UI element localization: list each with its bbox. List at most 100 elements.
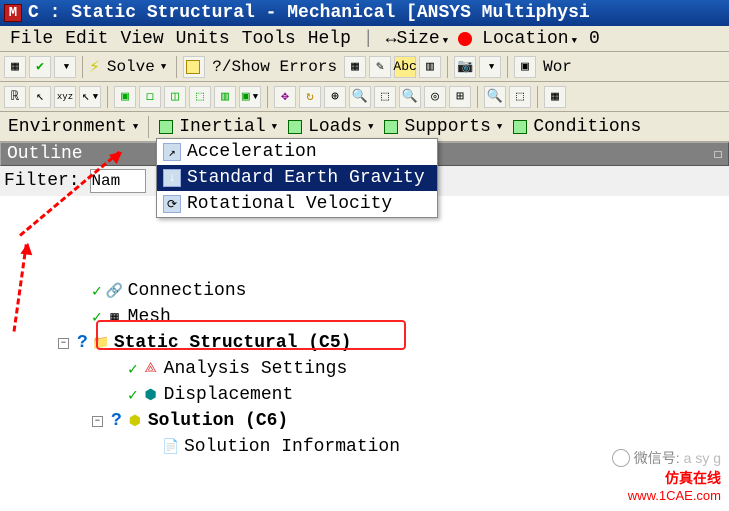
toolbar-btn-f[interactable] (479, 56, 501, 78)
tsep (477, 86, 478, 108)
toolbar-selection: ℝ ↖ xyz ↖ ▣ ◻ ◫ ⬚ ▥ ▣ ✥ ↻ ⊕ 🔍 ⬚ 🔍 ◎ ⊞ 🔍 … (0, 82, 729, 112)
menu-edit[interactable]: Edit (59, 29, 114, 49)
collapse-icon[interactable]: − (58, 338, 69, 349)
sel-btn-7[interactable]: ⬚ (189, 86, 211, 108)
toolbar-btn-g[interactable]: ▣ (514, 56, 536, 78)
conditions-label: Conditions (533, 117, 641, 137)
tree-connections[interactable]: ✓ 🔗 Connections (0, 278, 729, 304)
view-btn-fit[interactable]: 🔍 (484, 86, 506, 108)
cube-icon (159, 120, 173, 134)
menu-size[interactable]: ↔Size (380, 29, 454, 49)
sel-btn-5[interactable]: ◻ (139, 86, 161, 108)
toolbar-wor[interactable]: Wor (539, 58, 576, 76)
tsep (537, 86, 538, 108)
toolbar-main: ▦ ✔ ⚡ Solve ?/Show Errors ▦ ✎ Abc ▥ 📷 ▣ … (0, 52, 729, 82)
displacement-icon: ⬢ (142, 386, 160, 404)
view-btn-5[interactable]: ⬚ (374, 86, 396, 108)
watermark-brand: 仿真在线 (612, 468, 721, 488)
filter-name-input[interactable] (90, 169, 146, 193)
sel-btn-3[interactable]: ↖ (79, 86, 101, 108)
cube-icon (288, 120, 302, 134)
toolbar-btn-e[interactable]: 📷 (454, 56, 476, 78)
acceleration-icon: ↗ (163, 143, 181, 161)
view-btn-3[interactable]: ⊕ (324, 86, 346, 108)
check-icon: ✓ (128, 385, 138, 405)
environment-menu[interactable]: Environment (4, 117, 142, 137)
watermark: 微信号: a sy g 仿真在线 www.1CAE.com (612, 448, 721, 503)
supports-label: Supports (404, 117, 490, 137)
panel-pin-icon[interactable]: ☐ (714, 146, 722, 163)
toolbar-btn-a[interactable]: ▦ (344, 56, 366, 78)
tsep (107, 86, 108, 108)
toolbar-btn-dd1[interactable] (54, 56, 76, 78)
menu-standard-earth-gravity[interactable]: ↓ Standard Earth Gravity (157, 165, 437, 191)
menu-tools[interactable]: Tools (236, 29, 302, 49)
menu-location[interactable]: Location (476, 29, 583, 49)
sel-btn-xyz[interactable]: xyz (54, 86, 76, 108)
view-btn-6[interactable]: 🔍 (399, 86, 421, 108)
toolbar-btn-1[interactable]: ▦ (4, 56, 26, 78)
menu-help[interactable]: Help (302, 29, 357, 49)
conditions-menu[interactable]: Conditions (509, 117, 645, 137)
cube-icon (513, 120, 527, 134)
sel-btn-1[interactable]: ℝ (4, 86, 26, 108)
menu-view[interactable]: View (114, 29, 169, 49)
tree-static-structural-label: Static Structural (C5) (114, 333, 352, 353)
mesh-icon: ▦ (106, 308, 124, 326)
sel-btn-8[interactable]: ▥ (214, 86, 236, 108)
tsep (82, 56, 83, 78)
toolbar-btn-c[interactable]: Abc (394, 56, 416, 78)
toolbar-btn-cube[interactable] (183, 56, 205, 78)
supports-menu[interactable]: Supports (380, 117, 506, 137)
inertial-menu[interactable]: Inertial (155, 117, 281, 137)
tree-solution[interactable]: − ? ⬢ Solution (C6) (0, 408, 729, 434)
view-btn-2[interactable]: ↻ (299, 86, 321, 108)
sel-btn-6[interactable]: ◫ (164, 86, 186, 108)
solve-button[interactable]: Solve (103, 58, 170, 76)
view-btn-1[interactable]: ✥ (274, 86, 296, 108)
toolbar-btn-b[interactable]: ✎ (369, 56, 391, 78)
sel-btn-9[interactable]: ▣ (239, 86, 261, 108)
view-btn-x[interactable]: ▦ (544, 86, 566, 108)
tree-mesh[interactable]: ✓ ▦ Mesh (0, 304, 729, 330)
collapse-icon[interactable]: − (92, 416, 103, 427)
tree-static-structural[interactable]: − ? 📁 Static Structural (C5) (0, 330, 729, 356)
outline-title: Outline (7, 144, 83, 164)
info-icon: 📄 (162, 438, 180, 456)
menu-units[interactable]: Units (170, 29, 236, 49)
app-icon: M (4, 4, 22, 22)
rotation-icon: ⟳ (163, 195, 181, 213)
inertial-label: Inertial (179, 117, 265, 137)
show-errors-button[interactable]: ?/Show Errors (208, 58, 341, 76)
wechat-icon (612, 449, 630, 467)
sel-btn-4[interactable]: ▣ (114, 86, 136, 108)
view-btn-7[interactable]: ◎ (424, 86, 446, 108)
toolbar-btn-d[interactable]: ▥ (419, 56, 441, 78)
menu-gravity-label: Standard Earth Gravity (187, 168, 425, 188)
filter-label: Filter: (4, 171, 80, 191)
tree-displacement[interactable]: ✓ ⬢ Displacement (0, 382, 729, 408)
tsep (148, 116, 149, 138)
menu-file[interactable]: File (4, 29, 59, 49)
view-btn-8[interactable]: ⊞ (449, 86, 471, 108)
cube-icon (384, 120, 398, 134)
view-btn-4[interactable]: 🔍 (349, 86, 371, 108)
toolbar-btn-ok[interactable]: ✔ (29, 56, 51, 78)
loads-menu[interactable]: Loads (284, 117, 377, 137)
menu-rotational-velocity[interactable]: ⟳ Rotational Velocity (157, 191, 437, 217)
inertial-dropdown: ↗ Acceleration ↓ Standard Earth Gravity … (156, 138, 438, 218)
tree-displacement-label: Displacement (164, 385, 294, 405)
tree-analysis-settings[interactable]: ✓ ⟁ Analysis Settings (0, 356, 729, 382)
tree-mesh-label: Mesh (128, 307, 171, 327)
menu-acceleration[interactable]: ↗ Acceleration (157, 139, 437, 165)
question-icon: ? (77, 333, 88, 353)
solution-icon: ⬢ (126, 412, 144, 430)
menu-tail[interactable]: 0 (583, 29, 606, 49)
tree-solution-info-label: Solution Information (184, 437, 400, 457)
view-btn-iso[interactable]: ⬚ (509, 86, 531, 108)
sel-btn-2[interactable]: ↖ (29, 86, 51, 108)
menu-separator: | (363, 29, 374, 49)
tree-solution-label: Solution (C6) (148, 411, 288, 431)
watermark-url: www.1CAE.com (612, 488, 721, 503)
menu-bar: File Edit View Units Tools Help | ↔Size … (0, 26, 729, 52)
